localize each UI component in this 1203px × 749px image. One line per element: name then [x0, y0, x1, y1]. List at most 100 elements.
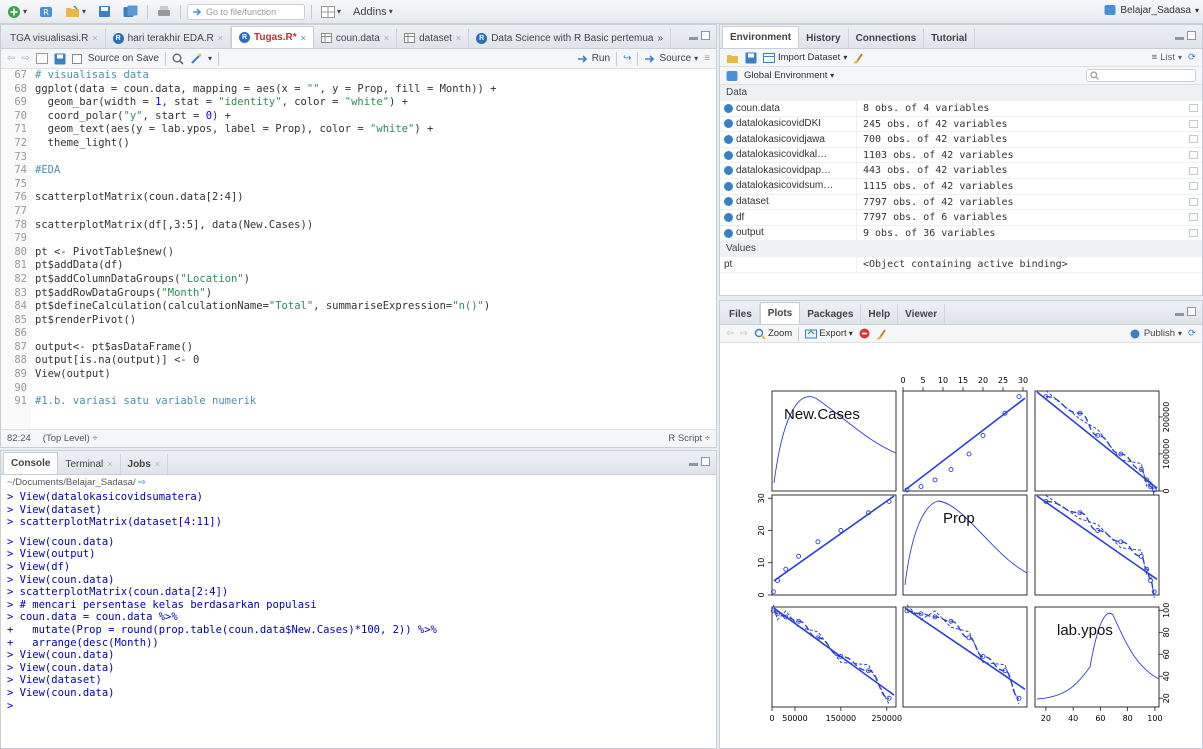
- save-button[interactable]: [95, 3, 114, 21]
- tab-history[interactable]: History: [799, 28, 849, 48]
- back-arrow-icon[interactable]: ⇦: [7, 53, 15, 64]
- editor-tab[interactable]: R Data Science with R Basic pertemua»: [469, 28, 672, 48]
- minimize-icon[interactable]: [689, 37, 698, 40]
- tab-tutorial[interactable]: Tutorial: [924, 28, 976, 48]
- close-icon[interactable]: ×: [456, 33, 461, 43]
- tab-files[interactable]: Files: [722, 304, 760, 324]
- expand-data-icon[interactable]: [724, 166, 733, 176]
- view-data-button[interactable]: [1184, 148, 1202, 163]
- outline-icon[interactable]: ≡: [704, 53, 710, 64]
- prev-plot-icon[interactable]: ⇦: [726, 328, 734, 339]
- source-on-save-checkbox[interactable]: [71, 53, 82, 64]
- new-file-button[interactable]: ▾: [4, 3, 30, 21]
- code-tools-dropdown[interactable]: ▾: [208, 54, 212, 63]
- broom-icon[interactable]: [876, 328, 888, 340]
- print-button[interactable]: [154, 3, 174, 21]
- refresh-icon[interactable]: ⟳: [1188, 328, 1196, 339]
- expand-data-icon[interactable]: [724, 212, 733, 222]
- tab-help[interactable]: Help: [861, 304, 899, 324]
- addins-button[interactable]: Addins ▾: [350, 3, 396, 21]
- env-row[interactable]: dataset 7797 obs. of 42 variables: [720, 194, 1202, 211]
- minimize-icon[interactable]: [1175, 37, 1184, 40]
- publish-button[interactable]: Publish ▾: [1129, 328, 1182, 339]
- workspace-panes-button[interactable]: ▾: [318, 3, 344, 21]
- editor-tab-active[interactable]: R Tugas.R* ×: [231, 26, 314, 48]
- global-env-dropdown[interactable]: Global Environment ▾: [744, 70, 834, 81]
- project-menu[interactable]: Belajar_Sadasa ▾: [1104, 4, 1199, 16]
- more-tabs-button[interactable]: »: [657, 33, 663, 44]
- console-output[interactable]: > View(datalokasicovidsumatera) > View(da…: [1, 491, 716, 712]
- tab-connections[interactable]: Connections: [849, 28, 925, 48]
- env-row[interactable]: datalokasicovidsum… 1115 obs. of 42 varia…: [720, 178, 1202, 195]
- import-dataset-button[interactable]: Import Dataset ▾: [763, 52, 847, 63]
- broom-icon[interactable]: [853, 52, 865, 64]
- env-row[interactable]: pt <Object containing active binding>: [720, 257, 1202, 273]
- expand-data-icon[interactable]: [724, 103, 733, 113]
- minimize-icon[interactable]: [1175, 313, 1184, 316]
- editor-tab[interactable]: TGA visualisasi.R ×: [3, 28, 106, 48]
- export-button[interactable]: Export ▾: [805, 328, 853, 339]
- search-icon[interactable]: [172, 53, 184, 65]
- source-button[interactable]: Source ▾: [644, 53, 698, 64]
- view-data-button[interactable]: [1184, 101, 1202, 116]
- env-row[interactable]: datalokasicovidjawa 700 obs. of 42 variab…: [720, 132, 1202, 148]
- tab-jobs[interactable]: Jobs ×: [121, 454, 169, 474]
- env-row[interactable]: df 7797 obs. of 6 variables: [720, 210, 1202, 226]
- close-icon[interactable]: ×: [218, 33, 223, 43]
- close-icon[interactable]: ×: [155, 459, 160, 469]
- goto-file-function-input[interactable]: Go to file/function: [187, 3, 306, 20]
- close-icon[interactable]: ×: [107, 459, 112, 469]
- maximize-icon[interactable]: [701, 31, 710, 40]
- view-data-button[interactable]: [1184, 257, 1202, 272]
- view-data-button[interactable]: [1184, 117, 1202, 132]
- zoom-button[interactable]: Zoom: [754, 328, 792, 340]
- tab-viewer[interactable]: Viewer: [898, 304, 946, 324]
- close-icon[interactable]: ×: [301, 33, 306, 43]
- next-plot-icon[interactable]: ⇨: [740, 328, 748, 339]
- editor-tab[interactable]: coun.data ×: [314, 28, 398, 48]
- view-data-button[interactable]: [1184, 132, 1202, 147]
- view-data-button[interactable]: [1184, 210, 1202, 225]
- open-file-button[interactable]: ▾: [62, 3, 89, 21]
- editor-tab[interactable]: dataset ×: [397, 28, 470, 48]
- code-area[interactable]: 67 # visualisais data 68 ggplot(data = coun…: [1, 69, 716, 431]
- view-data-button[interactable]: [1184, 179, 1202, 194]
- expand-data-icon[interactable]: [724, 134, 733, 144]
- tab-terminal[interactable]: Terminal ×: [58, 454, 121, 474]
- view-data-button[interactable]: [1184, 226, 1202, 241]
- maximize-icon[interactable]: [1187, 307, 1196, 316]
- env-row[interactable]: datalokasicovidpap… 443 obs. of 42 variab…: [720, 163, 1202, 179]
- remove-plot-icon[interactable]: [859, 328, 870, 339]
- expand-data-icon[interactable]: [724, 228, 733, 238]
- magic-wand-icon[interactable]: [190, 53, 202, 65]
- close-icon[interactable]: ×: [92, 33, 97, 43]
- save-all-button[interactable]: [120, 3, 141, 21]
- editor-tab[interactable]: Rhari terakhir EDA.R ×: [106, 28, 232, 48]
- load-workspace-icon[interactable]: [726, 52, 739, 64]
- rerun-icon[interactable]: ↪: [623, 53, 631, 64]
- tab-packages[interactable]: Packages: [800, 304, 862, 324]
- scope-indicator[interactable]: (Top Level) ÷: [43, 433, 98, 444]
- minimize-icon[interactable]: [689, 463, 698, 466]
- save-icon[interactable]: [54, 53, 66, 65]
- expand-data-icon[interactable]: [724, 119, 733, 129]
- list-view-button[interactable]: ≡ List ▾: [1152, 52, 1182, 63]
- view-data-button[interactable]: [1184, 195, 1202, 210]
- go-to-dir-icon[interactable]: ⇨: [138, 477, 146, 488]
- forward-arrow-icon[interactable]: ⇨: [21, 53, 29, 64]
- env-row[interactable]: datalokasicovidDKI 245 obs. of 42 variabl…: [720, 116, 1202, 133]
- view-data-button[interactable]: [1184, 163, 1202, 178]
- save-icon[interactable]: [745, 52, 757, 64]
- env-row[interactable]: coun.data 8 obs. of 4 variables: [720, 101, 1202, 117]
- env-row[interactable]: datalokasicovidkal… 1103 obs. of 42 varia…: [720, 147, 1202, 164]
- expand-data-icon[interactable]: [724, 150, 733, 160]
- env-row[interactable]: output 9 obs. of 36 variables: [720, 225, 1202, 242]
- new-project-button[interactable]: R: [36, 3, 56, 21]
- expand-data-icon[interactable]: [724, 181, 733, 191]
- file-type-indicator[interactable]: R Script ÷: [668, 433, 710, 444]
- tab-plots[interactable]: Plots: [759, 302, 801, 324]
- maximize-icon[interactable]: [701, 457, 710, 466]
- tab-environment[interactable]: Environment: [722, 26, 800, 48]
- show-in-window-icon[interactable]: [35, 53, 48, 64]
- refresh-icon[interactable]: ⟳: [1188, 52, 1196, 63]
